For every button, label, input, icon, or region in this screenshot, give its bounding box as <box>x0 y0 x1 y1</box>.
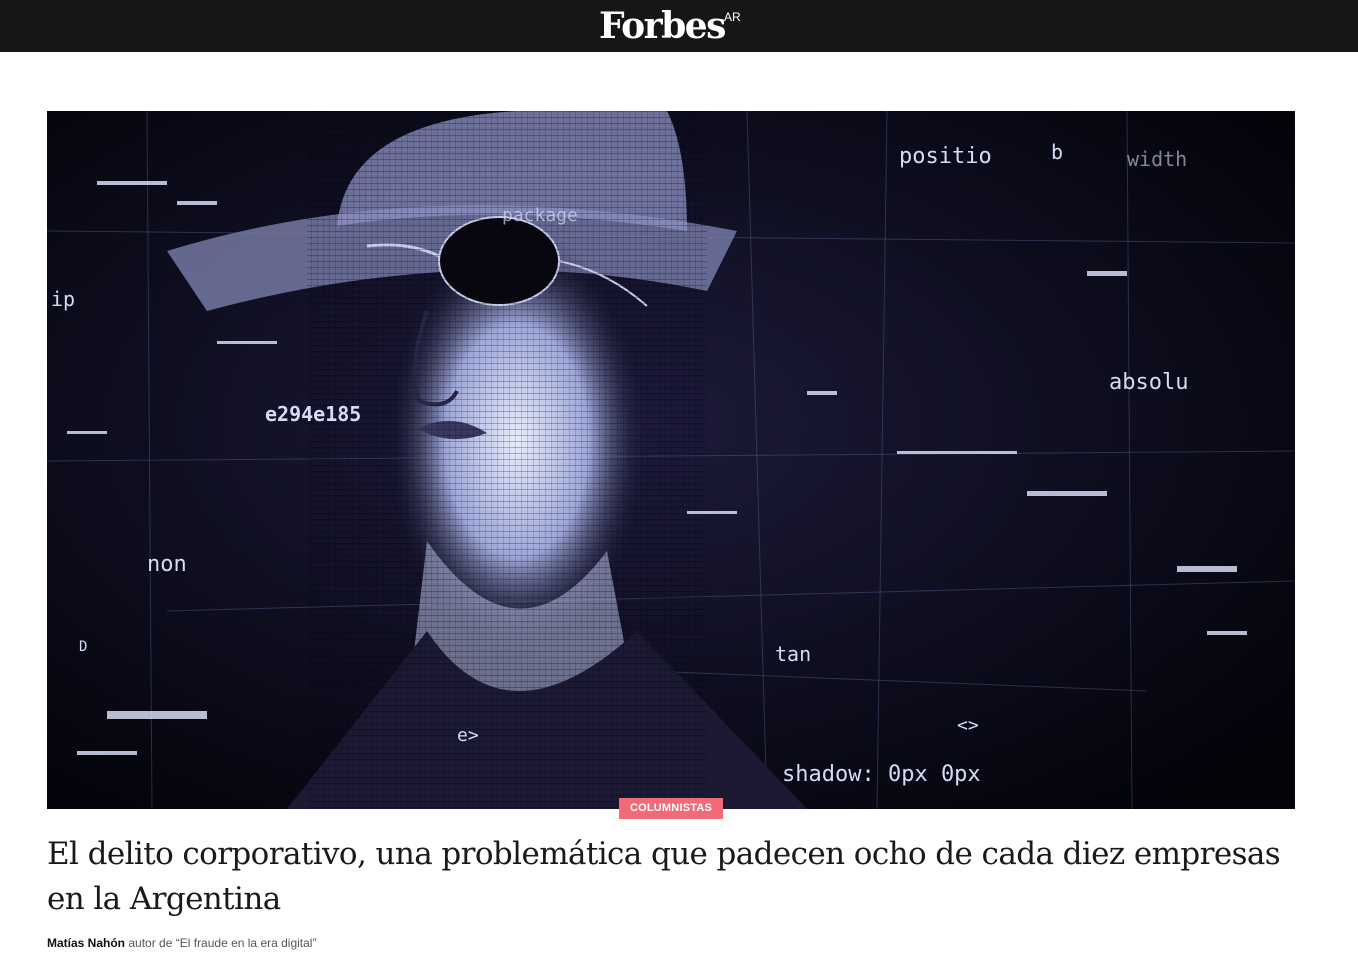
hacker-illustration: positio package e294e185 non absolu shad… <box>47 111 1295 809</box>
overlay-text: b <box>1051 140 1063 164</box>
overlay-text: positio <box>899 144 992 169</box>
byline: Matías Nahón autor de “El fraude en la e… <box>47 935 316 951</box>
overlay-text: <> <box>957 715 979 736</box>
overlay-text: absolu <box>1109 370 1188 395</box>
overlay-text: tan <box>775 642 811 666</box>
overlay-text: e> <box>457 725 479 746</box>
article-title: El delito corporativo, una problemática … <box>47 836 1281 917</box>
overlay-text: ip <box>51 287 75 311</box>
overlay-text: width <box>1127 147 1187 171</box>
forbes-logo[interactable]: Forbes <box>599 4 726 48</box>
author-link[interactable]: Matías Nahón <box>47 936 125 950</box>
overlay-text: shadow: 0px 0px <box>782 762 981 787</box>
author-bio: autor de “El fraude en la era digital” <box>128 936 317 950</box>
hero-image: positio package e294e185 non absolu shad… <box>47 111 1295 809</box>
overlay-text: package <box>502 205 578 226</box>
category-badge[interactable]: COLUMNISTAS <box>619 798 723 819</box>
edition-label: AR <box>724 10 741 24</box>
top-navbar: Forbes AR <box>0 0 1358 52</box>
overlay-text: non <box>147 552 187 577</box>
overlay-text: e294e185 <box>265 402 361 426</box>
overlay-text: D <box>79 639 87 655</box>
